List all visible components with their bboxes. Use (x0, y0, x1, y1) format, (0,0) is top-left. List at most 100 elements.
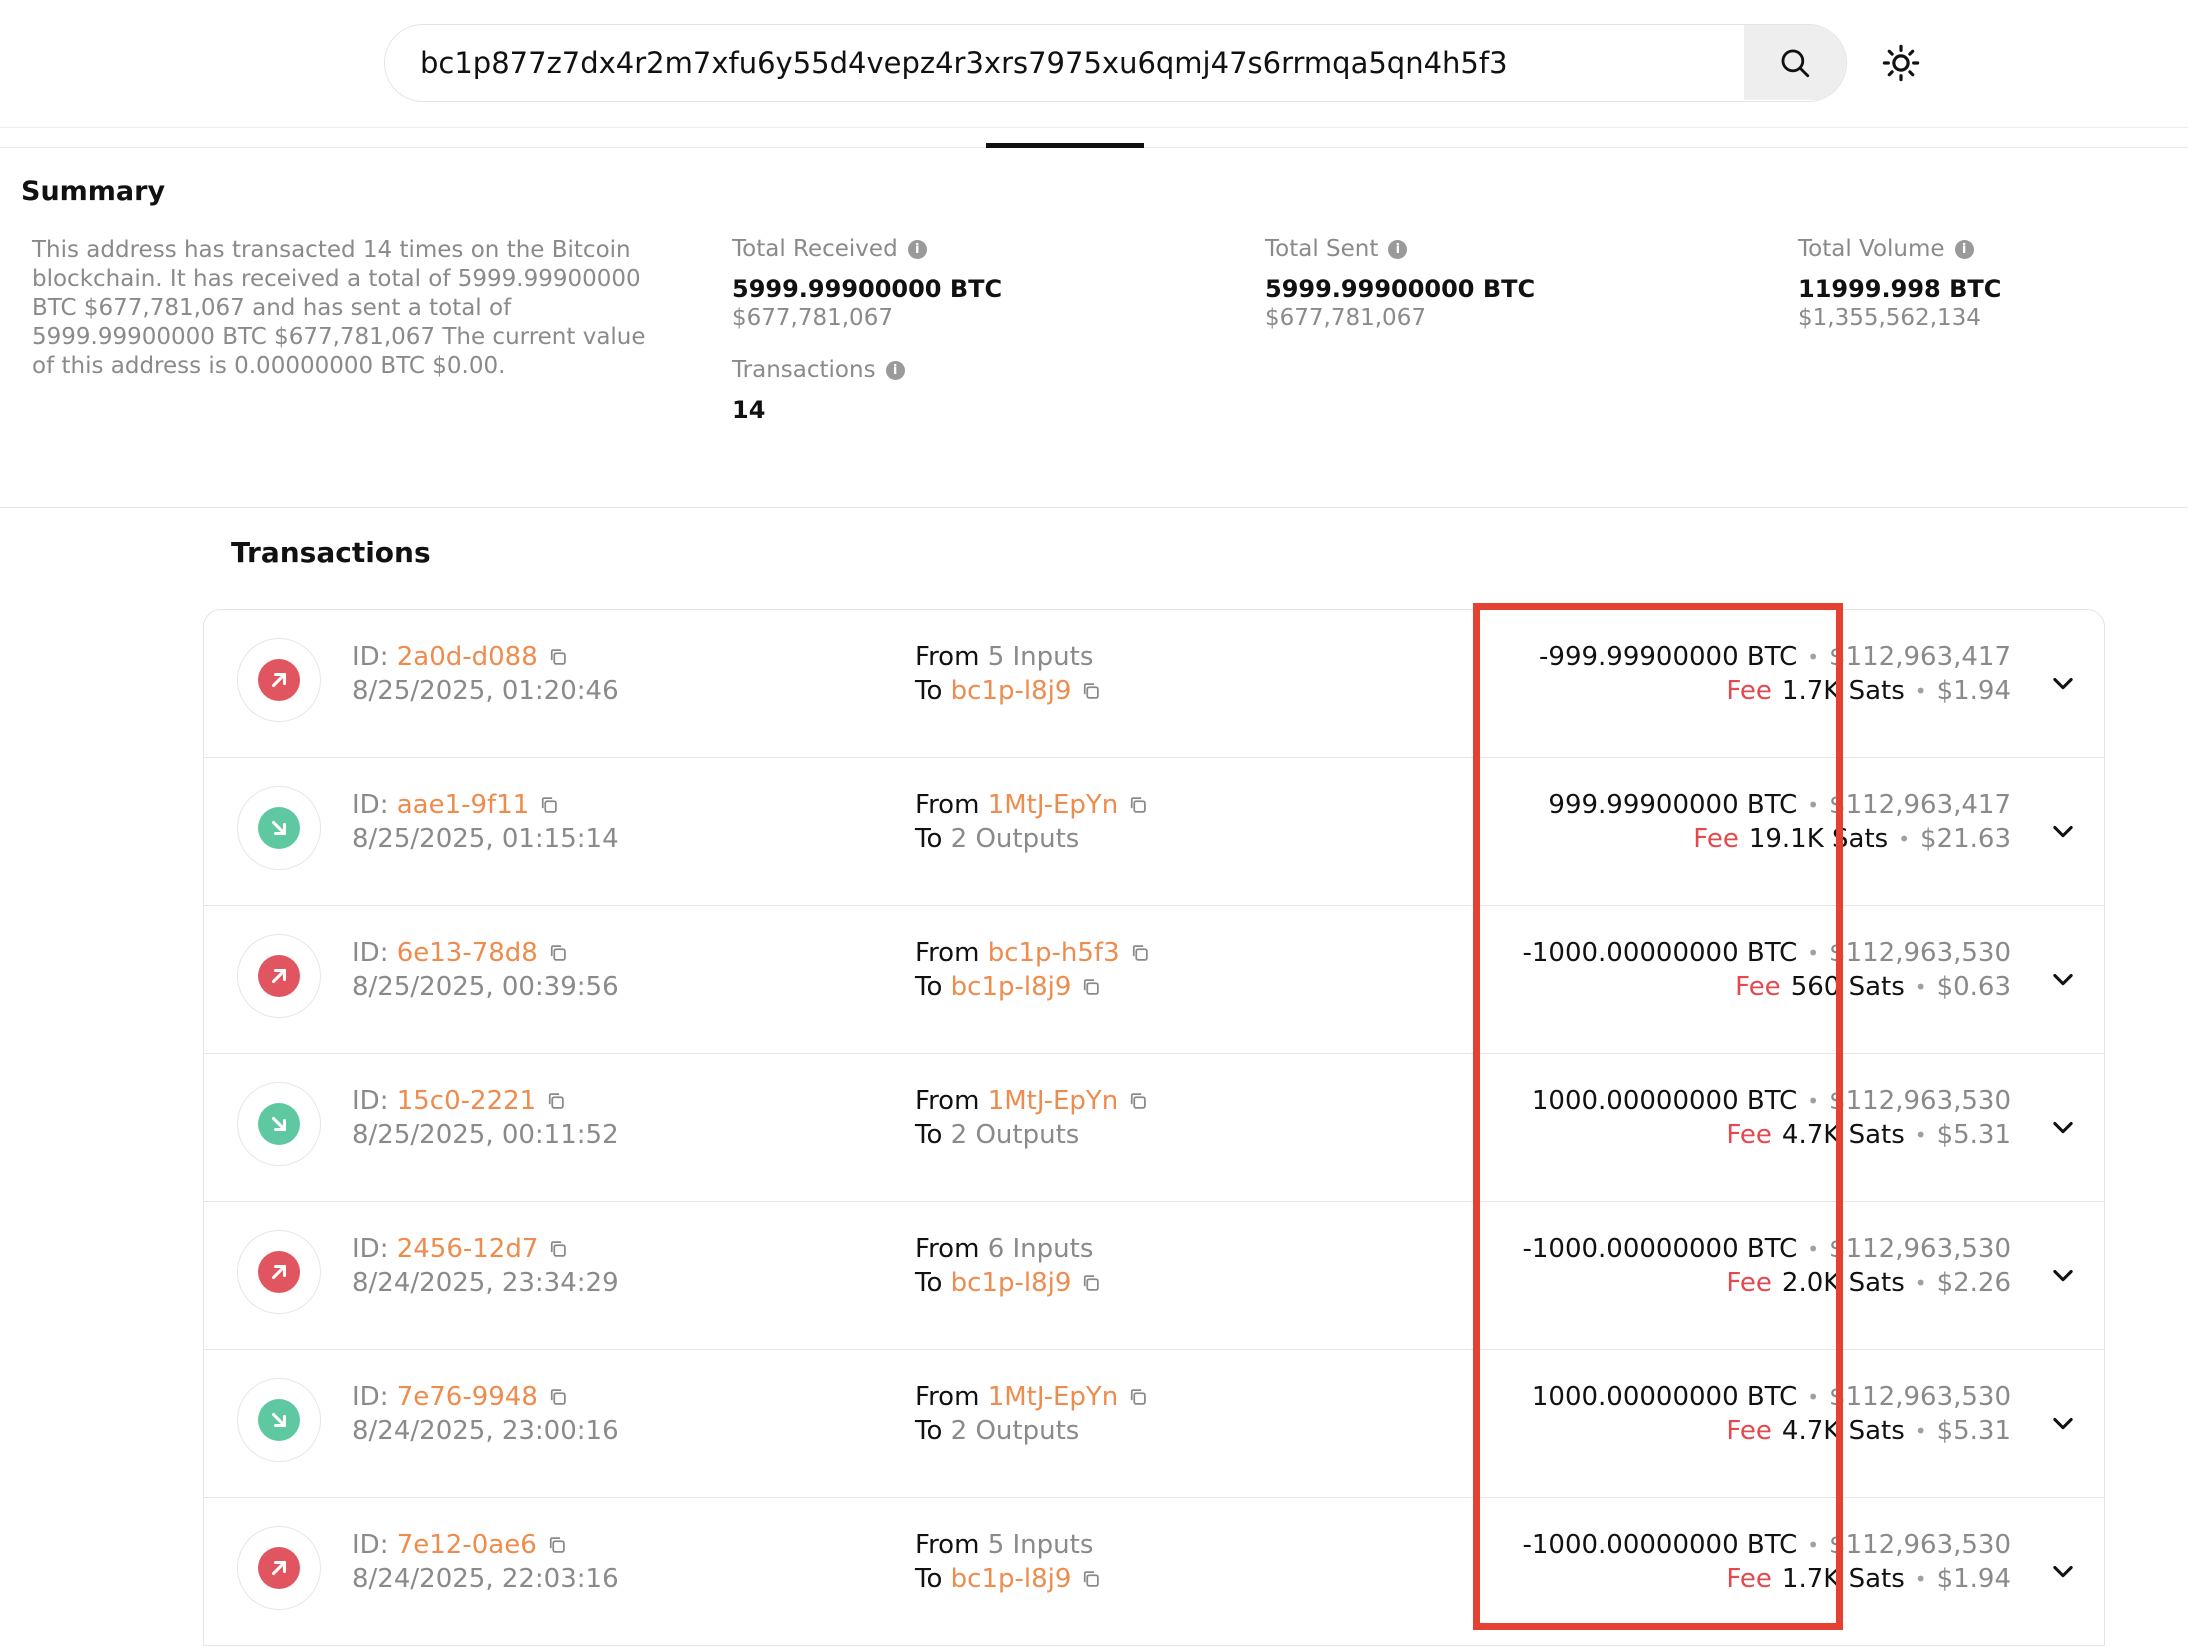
copy-icon[interactable] (1130, 943, 1150, 963)
chevron-down-icon[interactable] (2046, 1554, 2080, 1588)
info-icon[interactable]: i (1388, 239, 1408, 259)
copy-icon[interactable] (1081, 1569, 1101, 1589)
id-label: ID: (352, 938, 389, 968)
transaction-row[interactable]: ID: 7e76-9948 8/24/2025, 23:00:16 From 1Mt… (204, 1350, 2104, 1498)
arrow-up-right-icon (258, 1547, 300, 1589)
fee-label: Fee (1726, 1268, 1772, 1298)
transaction-id-link[interactable]: 2a0d-d088 (397, 640, 538, 674)
transaction-id-link[interactable]: 2456-12d7 (397, 1232, 539, 1266)
transaction-amount-btc: -999.99900000 BTC (1539, 642, 1798, 672)
transaction-amount-block: -1000.00000000 BTC • $112,963,530 Fee 2.0K S… (1522, 1232, 2011, 1300)
transaction-amount-usd: $112,963,417 (1829, 790, 2011, 820)
header-divider (0, 127, 2188, 128)
chevron-down-icon[interactable] (2046, 1258, 2080, 1292)
separator-dot: • (1914, 1567, 1927, 1591)
search-input[interactable] (385, 25, 1745, 100)
total-sent-btc: 5999.99900000 BTC (1265, 275, 1536, 303)
copy-icon[interactable] (1081, 977, 1101, 997)
copy-icon[interactable] (1081, 1273, 1101, 1293)
section-divider (0, 507, 2188, 508)
direction-badge (237, 1378, 321, 1462)
copy-icon[interactable] (1128, 795, 1148, 815)
to-label: To (915, 1268, 943, 1298)
transaction-amount-usd: $112,963,530 (1829, 1234, 2011, 1264)
separator-dot: • (1914, 975, 1927, 999)
transaction-row[interactable]: ID: 7e12-0ae6 8/24/2025, 22:03:16 From 5 I… (204, 1498, 2104, 1646)
separator-dot: • (1807, 645, 1820, 669)
copy-icon[interactable] (1081, 681, 1101, 701)
to-outputs-count: 2 Outputs (950, 1416, 1080, 1446)
chevron-down-icon[interactable] (2046, 1406, 2080, 1440)
transaction-row[interactable]: ID: 2a0d-d088 8/25/2025, 01:20:46 From 5 I… (204, 610, 2104, 758)
transaction-parties: From bc1p-h5f3 To bc1p-l8j9 (915, 936, 1150, 1004)
transaction-row[interactable]: ID: 6e13-78d8 8/25/2025, 00:39:56 From bc1… (204, 906, 2104, 1054)
info-icon[interactable]: i (1954, 239, 1974, 259)
copy-icon[interactable] (546, 1091, 566, 1111)
copy-icon[interactable] (539, 795, 559, 815)
fee-label: Fee (1726, 1120, 1772, 1150)
transaction-amount-usd: $112,963,530 (1829, 1382, 2011, 1412)
transaction-id-link[interactable]: 7e12-0ae6 (397, 1528, 537, 1562)
transactions-count-value: 14 (732, 396, 766, 424)
fee-usd: $5.31 (1936, 1120, 2011, 1150)
chevron-down-icon[interactable] (2046, 962, 2080, 996)
from-address-link[interactable]: 1MtJ-EpYn (988, 1084, 1119, 1118)
chevron-down-icon[interactable] (2046, 814, 2080, 848)
transaction-id-block: ID: 7e76-9948 8/24/2025, 23:00:16 (352, 1380, 619, 1448)
from-address-link[interactable]: 1MtJ-EpYn (988, 1380, 1119, 1414)
copy-icon[interactable] (548, 1239, 568, 1259)
to-label: To (915, 676, 943, 706)
direction-badge (237, 1526, 321, 1610)
fee-sats: 2.0K Sats (1781, 1268, 1905, 1298)
fee-sats: 560 Sats (1790, 972, 1905, 1002)
summary-title: Summary (21, 176, 166, 207)
total-volume-btc: 11999.998 BTC (1798, 275, 2002, 303)
chevron-down-icon[interactable] (2046, 1110, 2080, 1144)
transaction-amount-btc: -1000.00000000 BTC (1522, 1234, 1798, 1264)
info-icon[interactable]: i (907, 239, 927, 259)
info-icon[interactable]: i (885, 360, 905, 380)
transaction-id-link[interactable]: 7e76-9948 (397, 1380, 538, 1414)
summary-description: This address has transacted 14 times on … (32, 237, 646, 379)
fee-usd: $21.63 (1920, 824, 2011, 854)
from-inputs-count: 5 Inputs (987, 642, 1094, 672)
fee-usd: $5.31 (1936, 1416, 2011, 1446)
copy-icon[interactable] (548, 1387, 568, 1407)
transaction-row[interactable]: ID: aae1-9f11 8/25/2025, 01:15:14 From 1Mt… (204, 758, 2104, 906)
to-address-link[interactable]: bc1p-l8j9 (951, 970, 1072, 1004)
copy-icon[interactable] (548, 943, 568, 963)
copy-icon[interactable] (547, 1535, 567, 1555)
to-address-link[interactable]: bc1p-l8j9 (951, 1562, 1072, 1596)
transactions-list: ID: 2a0d-d088 8/25/2025, 01:20:46 From 5 I… (203, 609, 2105, 1646)
copy-icon[interactable] (548, 647, 568, 667)
from-address-link[interactable]: 1MtJ-EpYn (988, 788, 1119, 822)
fee-usd: $0.63 (1936, 972, 2011, 1002)
fee-label: Fee (1726, 1416, 1772, 1446)
from-address-link[interactable]: bc1p-h5f3 (988, 936, 1120, 970)
to-label: To (915, 972, 943, 1002)
transaction-id-link[interactable]: 15c0-2221 (397, 1084, 536, 1118)
transaction-row[interactable]: ID: 2456-12d7 8/24/2025, 23:34:29 From 6 I… (204, 1202, 2104, 1350)
transaction-amount-btc: 999.99900000 BTC (1548, 790, 1798, 820)
to-address-link[interactable]: bc1p-l8j9 (951, 1266, 1072, 1300)
chevron-down-icon[interactable] (2046, 666, 2080, 700)
search-bar (384, 24, 1847, 102)
fee-sats: 19.1K Sats (1748, 824, 1889, 854)
transaction-amount-block: -999.99900000 BTC • $112,963,417 Fee 1.7K Sa… (1539, 640, 2011, 708)
transaction-id-link[interactable]: 6e13-78d8 (397, 936, 538, 970)
search-button[interactable] (1744, 25, 1846, 100)
transaction-id-link[interactable]: aae1-9f11 (397, 788, 530, 822)
fee-label: Fee (1726, 676, 1772, 706)
transaction-row[interactable]: ID: 15c0-2221 8/25/2025, 00:11:52 From 1Mt… (204, 1054, 2104, 1202)
separator-dot: • (1807, 793, 1820, 817)
id-label: ID: (352, 1530, 389, 1560)
fee-label: Fee (1693, 824, 1739, 854)
transaction-datetime: 8/25/2025, 01:20:46 (352, 676, 619, 706)
to-address-link[interactable]: bc1p-l8j9 (951, 674, 1072, 708)
copy-icon[interactable] (1128, 1091, 1148, 1111)
theme-toggle-button[interactable] (1878, 40, 1924, 86)
id-label: ID: (352, 1234, 389, 1264)
transaction-amount-block: 1000.00000000 BTC • $112,963,530 Fee 4.7K Sa… (1532, 1380, 2011, 1448)
transaction-parties: From 5 Inputs To bc1p-l8j9 (915, 1528, 1101, 1596)
copy-icon[interactable] (1128, 1387, 1148, 1407)
